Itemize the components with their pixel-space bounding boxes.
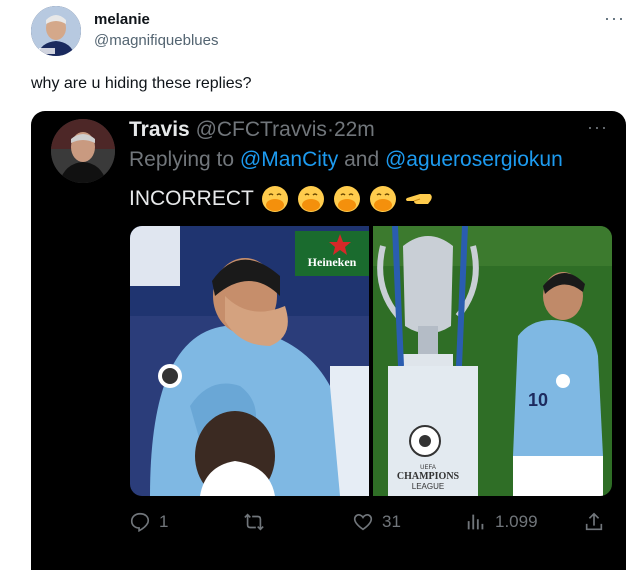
reply-count: 1 bbox=[159, 512, 169, 531]
tweet-text: why are u hiding these replies? bbox=[31, 75, 252, 92]
face-with-hand-over-mouth-icon bbox=[369, 186, 396, 212]
like-action[interactable]: 31 bbox=[352, 511, 401, 533]
replying-to-label: Replying to bbox=[129, 148, 235, 171]
separator-dot: · bbox=[326, 118, 334, 141]
retweet-icon bbox=[244, 513, 264, 531]
like-count: 31 bbox=[382, 512, 401, 531]
mention-mancity[interactable]: @ManCity bbox=[240, 148, 338, 171]
outer-tweet: melanie @magnifiqueblues ··· why are u h… bbox=[0, 0, 634, 570]
user-avatar[interactable] bbox=[31, 6, 81, 56]
media-photo-right[interactable]: UEFA CHAMPIONS LEAGUE 10 bbox=[373, 226, 612, 496]
quoted-text-content: INCORRECT bbox=[129, 187, 254, 210]
backhand-index-pointing-left-icon bbox=[405, 194, 432, 204]
quoted-tweet-card[interactable]: Travis @CFCTravvis·22m ··· Replying to @… bbox=[31, 111, 626, 570]
retweet-action[interactable] bbox=[243, 511, 273, 533]
quoted-handle[interactable]: @CFCTravvis bbox=[196, 118, 327, 141]
more-dots-icon[interactable]: ··· bbox=[604, 8, 625, 29]
user-display-name[interactable]: melanie bbox=[94, 11, 150, 28]
and-word: and bbox=[344, 148, 380, 171]
replying-to-line: Replying to @ManCity and @aguerosergioku… bbox=[129, 148, 563, 172]
face-with-hand-over-mouth-icon bbox=[297, 186, 324, 212]
heineken-sponsor-text: Heineken bbox=[308, 255, 357, 269]
share-icon bbox=[585, 512, 603, 531]
quoted-display-name[interactable]: Travis bbox=[129, 118, 190, 141]
quoted-time[interactable]: 22m bbox=[334, 118, 375, 141]
user-handle[interactable]: @magnifiqueblues bbox=[94, 32, 218, 49]
quoted-user-avatar[interactable] bbox=[51, 119, 115, 183]
views-count: 1.099 bbox=[495, 512, 538, 531]
reply-icon bbox=[130, 512, 150, 533]
more-dots-icon[interactable]: ··· bbox=[587, 117, 608, 138]
face-with-hand-over-mouth-icon bbox=[333, 186, 360, 212]
reply-action[interactable]: 1 bbox=[129, 511, 168, 533]
quoted-header: Travis @CFCTravvis·22m bbox=[129, 118, 375, 142]
views-action[interactable]: 1.099 bbox=[465, 511, 538, 533]
mention-aguero[interactable]: @aguerosergiokun bbox=[385, 148, 563, 171]
tweet-action-bar: 1 31 1.099 bbox=[129, 511, 614, 535]
trophy-league-text: LEAGUE bbox=[412, 482, 444, 491]
trophy-champions-text: CHAMPIONS bbox=[397, 471, 460, 482]
heart-icon bbox=[353, 514, 373, 531]
svg-text:10: 10 bbox=[528, 390, 548, 410]
views-bar-chart-icon bbox=[467, 514, 484, 530]
media-photo-left[interactable]: Heineken bbox=[130, 226, 369, 496]
face-with-hand-over-mouth-icon bbox=[261, 186, 288, 212]
tweet-media-grid[interactable]: Heineken UEFA CHAMPIONS LEAGUE 10 bbox=[130, 226, 612, 496]
share-action[interactable] bbox=[583, 511, 605, 533]
quoted-tweet-text: INCORRECT bbox=[129, 184, 434, 214]
